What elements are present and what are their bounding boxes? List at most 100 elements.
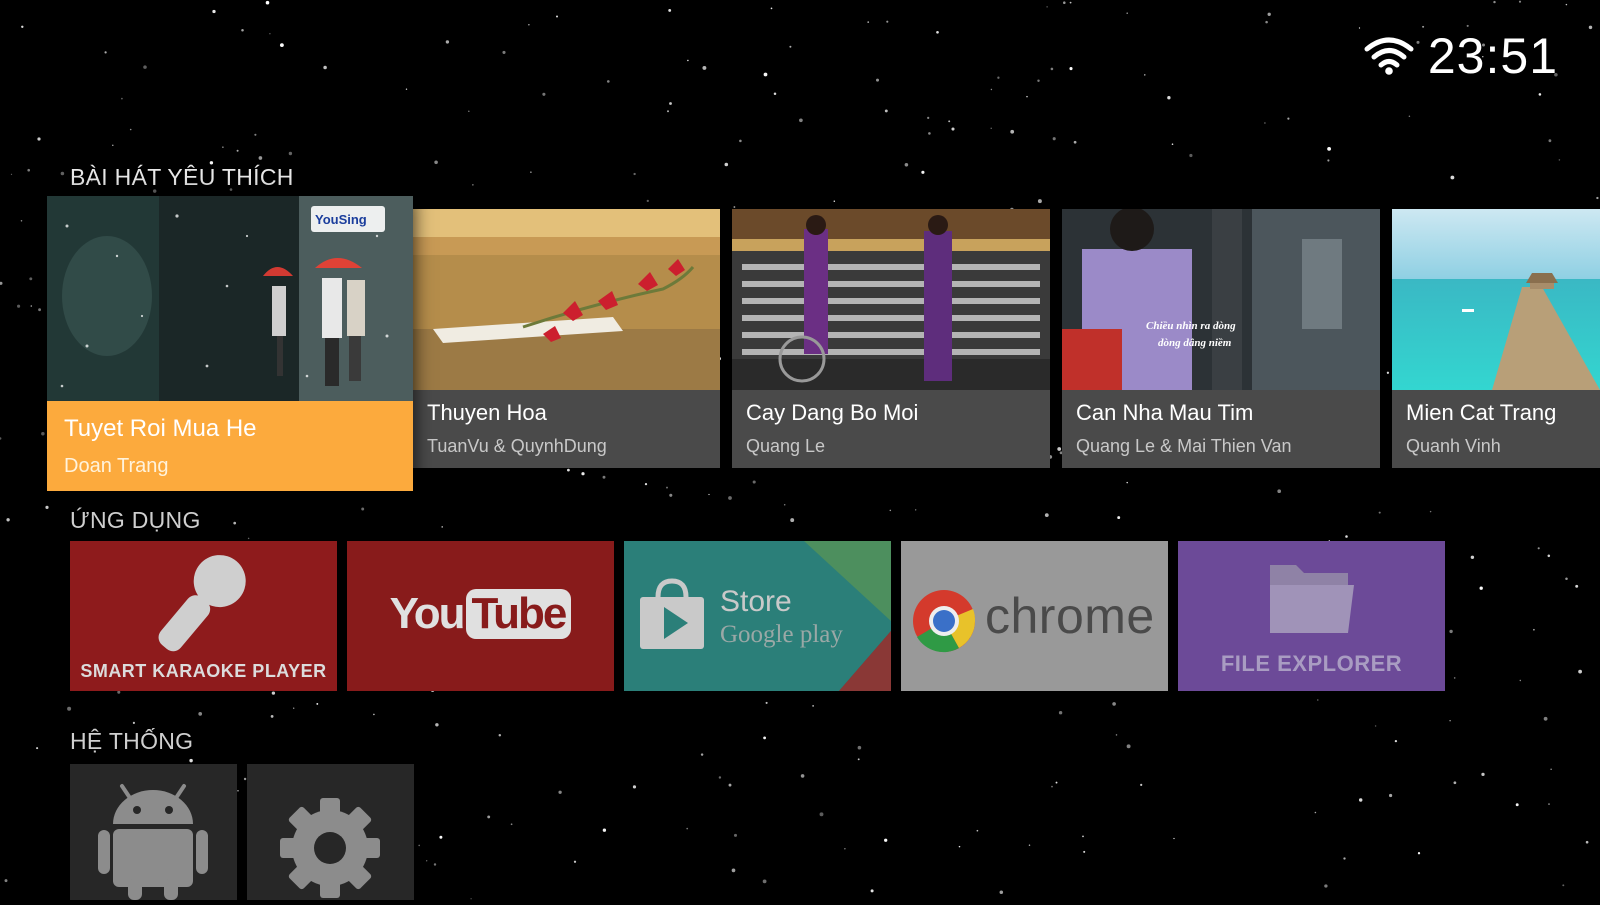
- star: [1493, 0, 1496, 4]
- app-label: FILE EXPLORER: [1220, 651, 1403, 676]
- star: [739, 139, 742, 143]
- star: [1287, 117, 1290, 120]
- star: [948, 120, 951, 123]
- star: [844, 848, 846, 850]
- star: [997, 76, 1000, 79]
- star: [254, 133, 257, 136]
- song-card-cay-dang-bo-moi[interactable]: Cay Dang Bo Moi Quang Le: [732, 209, 1050, 468]
- chrome-label: chrome: [985, 588, 1155, 644]
- star: [1547, 554, 1551, 558]
- star: [1167, 96, 1171, 100]
- star: [1429, 510, 1432, 513]
- star: [632, 785, 637, 789]
- wifi-icon: [1364, 37, 1414, 75]
- star: [884, 109, 888, 113]
- star: [1324, 884, 1328, 888]
- video-caption-line1: Chiều nhìn ra dòng: [1146, 320, 1236, 332]
- star: [1374, 725, 1377, 727]
- star: [237, 789, 239, 792]
- star: [1314, 811, 1317, 814]
- star: [1394, 739, 1398, 743]
- star: [666, 486, 668, 489]
- star: [1470, 555, 1475, 560]
- star: [1144, 74, 1146, 76]
- star: [112, 144, 114, 147]
- star: [1115, 734, 1118, 736]
- star: [857, 745, 862, 750]
- star: [41, 432, 45, 436]
- app-tile-youtube[interactable]: You Tube: [347, 541, 614, 691]
- star: [668, 8, 672, 12]
- star: [728, 783, 732, 787]
- song-artist: TuanVu & QuynhDung: [427, 436, 607, 456]
- star: [644, 482, 648, 486]
- star: [936, 30, 939, 34]
- star: [1058, 711, 1063, 715]
- star: [1010, 129, 1015, 134]
- star: [361, 507, 365, 511]
- star: [789, 45, 792, 48]
- star: [373, 713, 375, 716]
- star: [1112, 702, 1116, 706]
- song-card-can-nha-mau-tim[interactable]: Chiều nhìn ra dòng dòng dâng niềm Can Nh…: [1062, 209, 1380, 468]
- star: [1171, 143, 1174, 145]
- star: [718, 776, 722, 779]
- star: [243, 777, 247, 781]
- star: [1343, 857, 1346, 860]
- star: [1057, 447, 1062, 451]
- apps-row-title: ỨNG DỤNG: [70, 507, 201, 533]
- clock: 23:51: [1427, 28, 1558, 84]
- star: [1537, 547, 1540, 550]
- star: [1585, 840, 1589, 844]
- star: [1449, 720, 1451, 722]
- favorites-row-title: BÀI HÁT YÊU THÍCH: [70, 164, 294, 190]
- app-tile-smart-karaoke-player[interactable]: SMART KARAOKE PLAYER: [70, 541, 337, 691]
- star: [1083, 850, 1086, 853]
- song-card-thuyen-hoa[interactable]: Thuyen Hoa TuanVu & QuynhDung: [413, 209, 720, 468]
- star: [1317, 699, 1319, 701]
- star: [121, 97, 123, 100]
- star: [765, 701, 768, 704]
- star: [763, 72, 768, 77]
- song-card-tuyet-roi-mua-he[interactable]: YouSing Tuyet Roi Mua He Doan Trang: [47, 196, 413, 491]
- star: [418, 844, 421, 847]
- star: [800, 774, 805, 778]
- star: [790, 518, 795, 523]
- app-tile-google-play-store[interactable]: Store Google play: [624, 541, 891, 691]
- star: [708, 493, 710, 496]
- star: [1548, 803, 1550, 806]
- song-card-mien-cat-trang[interactable]: Mien Cat Trang Quanh Vinh: [1392, 209, 1600, 468]
- system-tile-android[interactable]: [70, 764, 237, 900]
- star: [567, 468, 570, 472]
- star: [29, 277, 33, 281]
- star: [773, 92, 777, 95]
- star: [876, 78, 879, 82]
- app-tile-file-explorer[interactable]: FILE EXPLORER: [1178, 541, 1445, 691]
- star: [265, 0, 270, 5]
- star: [143, 65, 147, 69]
- star: [270, 715, 274, 718]
- star: [799, 118, 803, 123]
- star: [1044, 513, 1049, 517]
- star: [279, 43, 284, 48]
- star: [1358, 27, 1361, 29]
- system-tile-settings[interactable]: [247, 764, 414, 900]
- play-store-label: Store: [720, 585, 792, 618]
- star: [724, 162, 729, 167]
- star: [468, 110, 470, 113]
- star: [1345, 535, 1348, 538]
- star: [17, 304, 21, 308]
- app-tile-chrome[interactable]: chrome: [901, 541, 1168, 691]
- star: [733, 833, 738, 837]
- star: [1051, 785, 1053, 788]
- star: [833, 200, 836, 202]
- star: [762, 879, 767, 884]
- status-bar: 23:51: [1364, 26, 1558, 86]
- star: [1126, 744, 1131, 749]
- star: [884, 838, 888, 842]
- star: [498, 733, 502, 737]
- star: [686, 827, 689, 830]
- star: [867, 21, 870, 23]
- system-row-title: HỆ THỐNG: [70, 728, 194, 754]
- star: [951, 127, 955, 131]
